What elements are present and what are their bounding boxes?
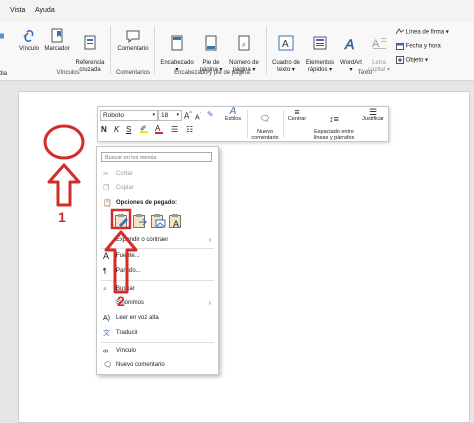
red-arrow-step-2 (104, 230, 138, 294)
red-circle-annotation (43, 124, 85, 160)
red-arrow-step-1 (47, 163, 81, 207)
annotation-overlay (43, 124, 138, 294)
step-2-label: 2 (117, 293, 125, 309)
red-box-annotation (110, 208, 132, 230)
step-1-label: 1 (58, 209, 66, 225)
